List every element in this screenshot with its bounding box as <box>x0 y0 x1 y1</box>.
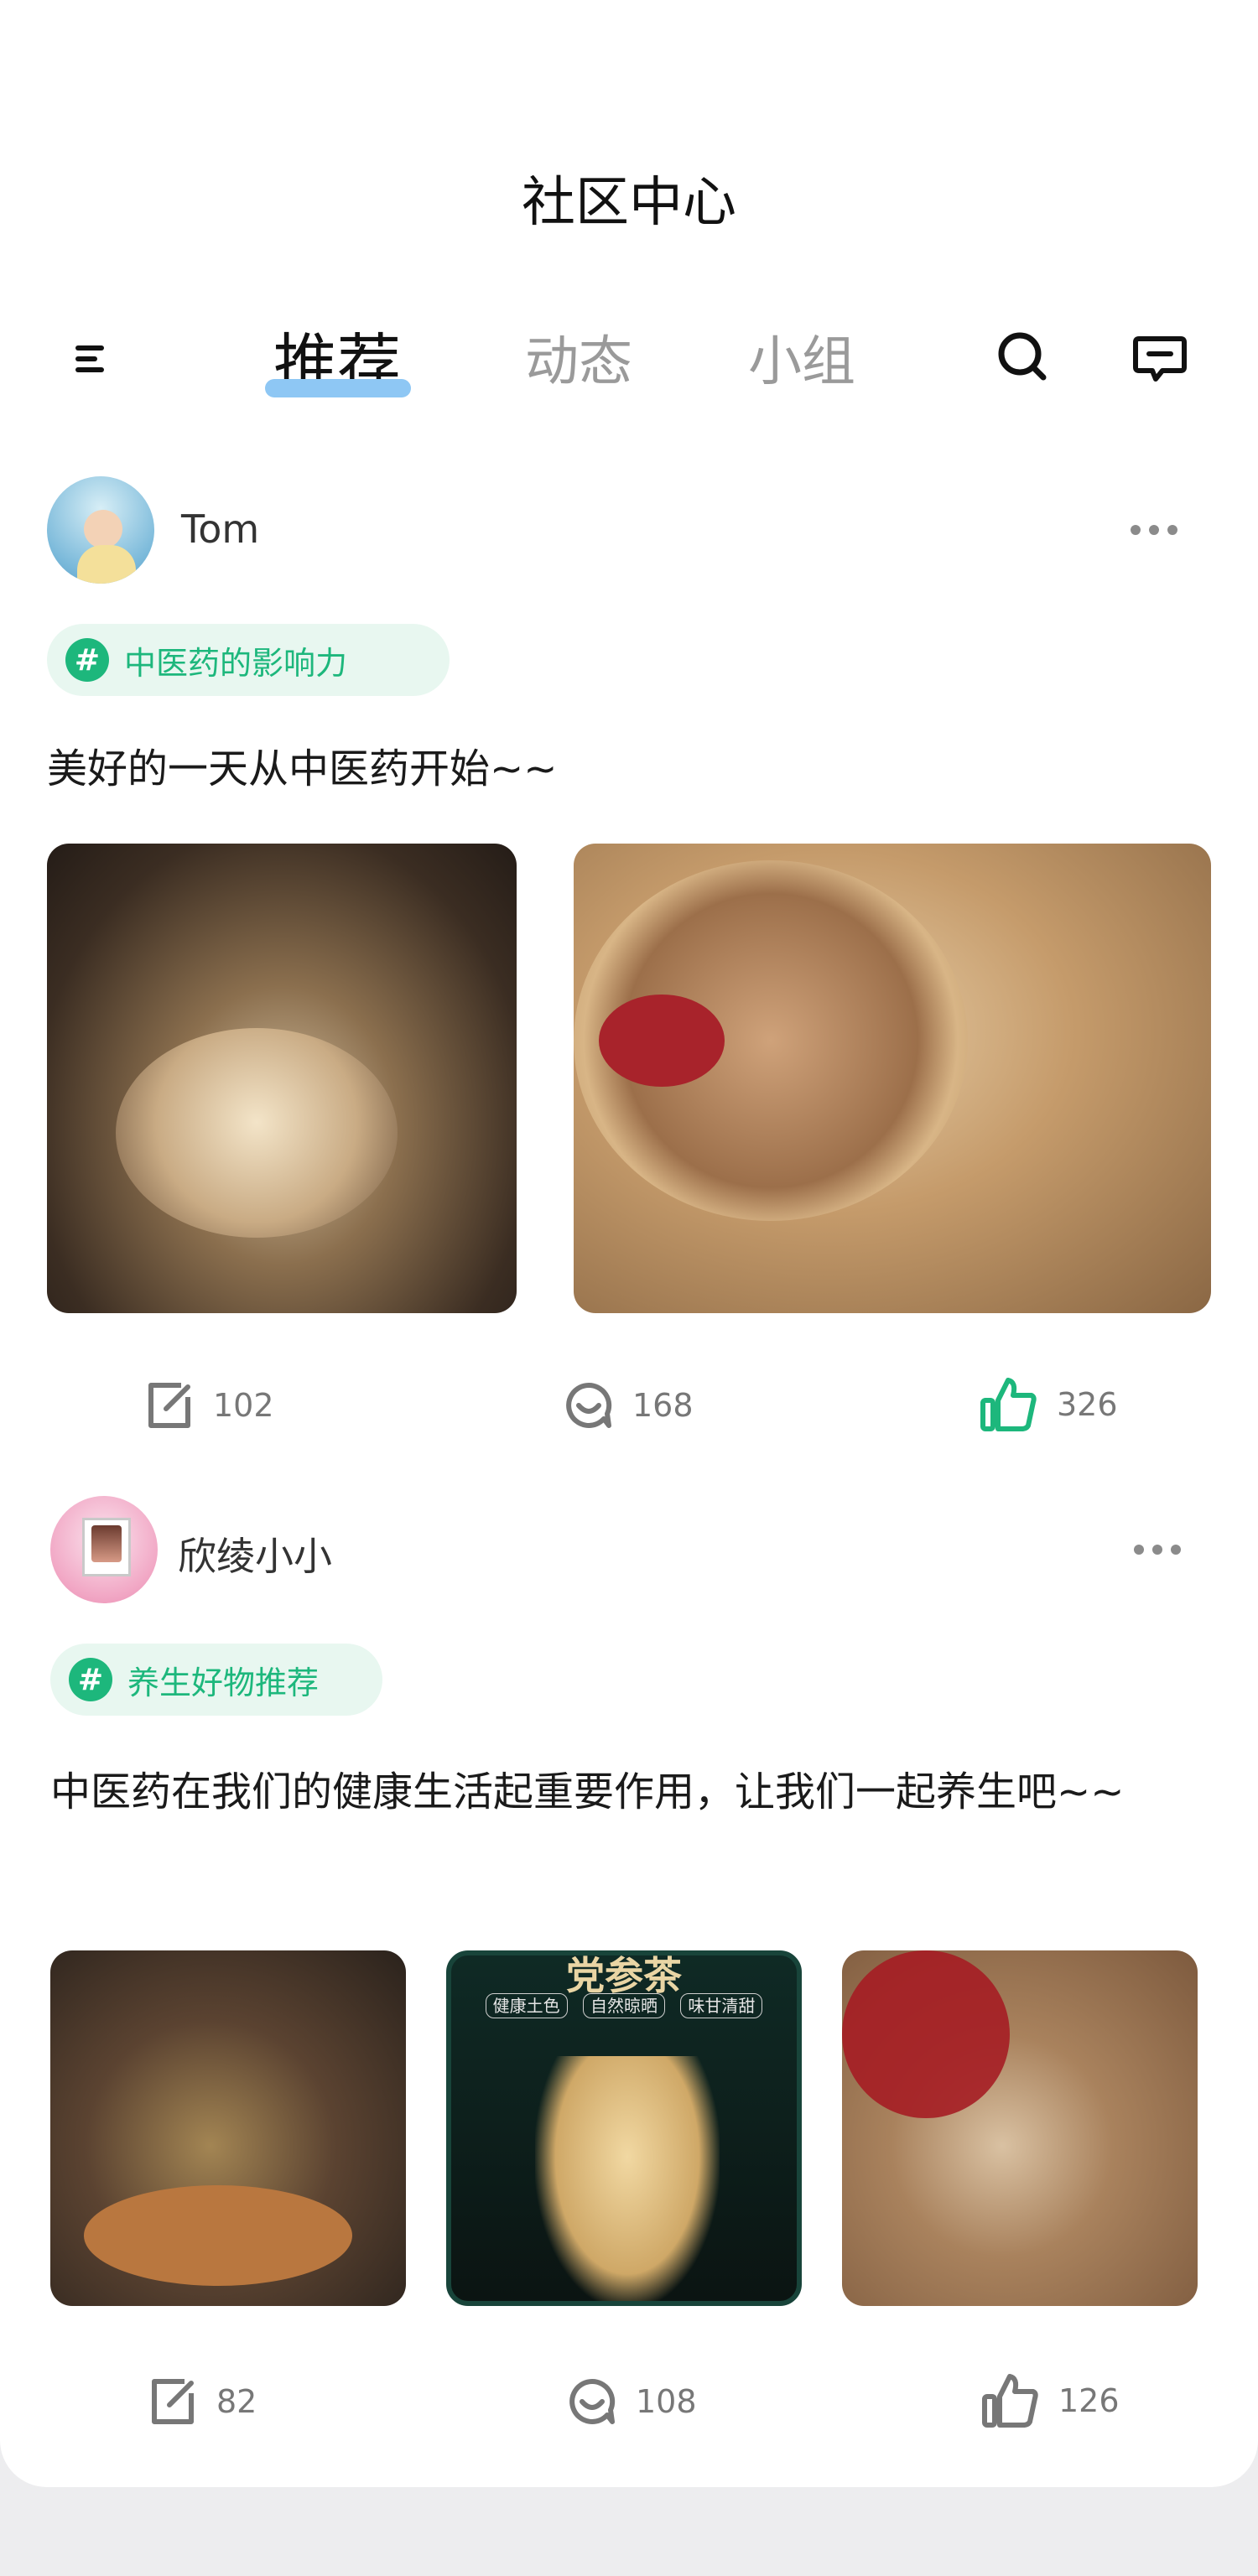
comment-icon <box>569 2378 616 2424</box>
image-chip: 健康土色 <box>485 1993 568 2018</box>
topic-tag-label: 中医药的影响力 <box>124 644 348 682</box>
avatar[interactable] <box>50 1496 158 1603</box>
image-caption-chips: 健康土色 自然晾晒 味甘清甜 <box>451 1992 797 2018</box>
post-username[interactable]: 欣绫小小 <box>178 1526 332 1581</box>
edit-icon <box>148 1383 190 1428</box>
hashtag-icon: # <box>65 638 109 682</box>
post-image[interactable] <box>574 844 1211 1313</box>
like-action[interactable]: 326 <box>980 1377 1118 1432</box>
image-chip: 味甘清甜 <box>680 1993 763 2018</box>
post-text: 美好的一天从中医药开始~~ <box>47 745 558 792</box>
edit-icon <box>152 2379 194 2424</box>
edit-count: 102 <box>213 1387 274 1424</box>
comment-icon <box>566 1382 612 1428</box>
topic-tag[interactable]: # 养生好物推荐 <box>50 1644 382 1716</box>
topic-tag-label: 养生好物推荐 <box>127 1664 320 1701</box>
search-icon[interactable] <box>995 329 1050 384</box>
menu-icon[interactable] <box>72 339 112 379</box>
post-image[interactable] <box>50 1950 406 2306</box>
more-icon[interactable] <box>1131 525 1177 535</box>
hashtag-icon: # <box>69 1658 112 1701</box>
page-title: 社区中心 <box>522 172 736 234</box>
tab-dynamics[interactable]: 动态 <box>525 319 632 396</box>
post-image[interactable] <box>842 1950 1198 2306</box>
topic-tag[interactable]: # 中医药的影响力 <box>47 624 450 696</box>
comment-count: 108 <box>636 2383 697 2420</box>
like-action[interactable]: 126 <box>981 2373 1120 2428</box>
edit-action[interactable]: 82 <box>148 2376 257 2427</box>
post-image[interactable]: 党参茶 健康土色 自然晾晒 味甘清甜 <box>446 1950 802 2306</box>
tab-groups[interactable]: 小组 <box>748 319 855 396</box>
avatar[interactable] <box>47 476 154 584</box>
edit-action[interactable]: 102 <box>144 1380 274 1431</box>
comment-action[interactable]: 108 <box>567 2376 697 2427</box>
post-text: 中医药在我们的健康生活起重要作用，让我们一起养生吧~~ <box>50 1768 1125 1815</box>
thumbs-up-icon <box>982 2374 1038 2428</box>
comment-action[interactable]: 168 <box>564 1380 694 1431</box>
like-count: 126 <box>1058 2382 1120 2419</box>
like-count: 326 <box>1057 1386 1118 1423</box>
comment-count: 168 <box>632 1387 694 1424</box>
image-chip: 自然晾晒 <box>583 1993 665 2018</box>
thumbs-up-icon <box>980 1378 1037 1431</box>
edit-count: 82 <box>216 2383 257 2420</box>
post-username[interactable]: Tom <box>181 506 259 552</box>
tab-active-indicator <box>265 379 411 397</box>
post-image[interactable] <box>47 844 517 1313</box>
feed-card: 社区中心 推荐 动态 小组 Tom # 中医药的影响力 美好的一天从中医药开始~… <box>0 0 1258 2487</box>
message-icon[interactable] <box>1132 330 1188 386</box>
more-icon[interactable] <box>1134 1545 1181 1555</box>
